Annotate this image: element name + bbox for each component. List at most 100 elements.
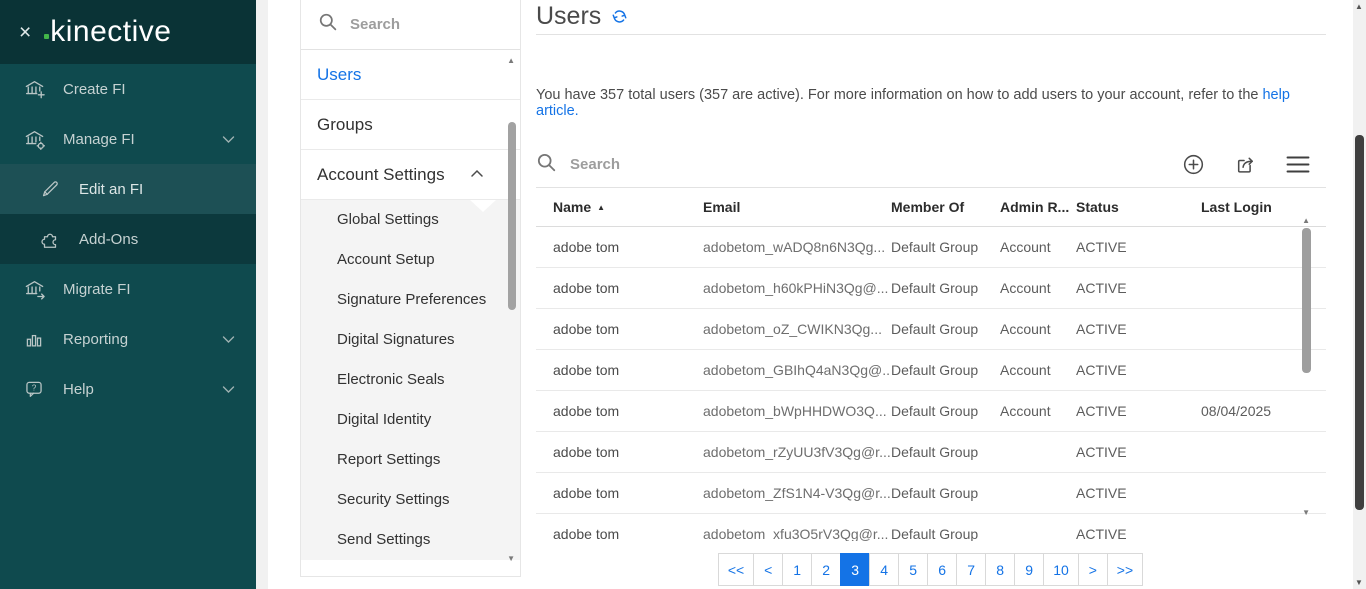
- cell-name: adobe tom: [553, 485, 620, 501]
- cell-status: ACTIVE: [1076, 444, 1127, 460]
- table-row[interactable]: adobe tom adobetom_GBIhQ4aN3Qg@... Default…: [536, 350, 1326, 391]
- nav-item-label: Account Settings: [317, 164, 445, 184]
- table-row[interactable]: adobe tom adobetom_xfu3O5rV3Qg@r... Defaul…: [536, 514, 1326, 541]
- cell-member-of: Default Group: [891, 526, 979, 541]
- column-header-member-of[interactable]: Member Of: [891, 199, 1000, 215]
- main-content: Users You have 357 total users (357 are …: [536, 0, 1326, 586]
- page-scrollbar-thumb[interactable]: [1355, 135, 1364, 510]
- export-icon[interactable]: [1234, 153, 1257, 176]
- table-row[interactable]: adobe tom adobetom_oZ_CWIKN3Qg... Default …: [536, 309, 1326, 350]
- column-header-status[interactable]: Status: [1076, 199, 1201, 215]
- nav-subitem-send-settings[interactable]: Send Settings: [301, 520, 520, 560]
- nav-subitem-digital-identity[interactable]: Digital Identity: [301, 400, 520, 440]
- svg-text:?: ?: [32, 383, 37, 392]
- cell-email: adobetom_ZfS1N4-V3Qg@r...: [703, 485, 891, 501]
- prev-page-button[interactable]: <: [753, 553, 784, 586]
- page-button-9[interactable]: 9: [1014, 553, 1045, 586]
- page-button-7[interactable]: 7: [956, 553, 987, 586]
- sidebar-item-reporting[interactable]: Reporting: [0, 314, 256, 364]
- panel-scroll-down-arrow[interactable]: ▼: [507, 554, 515, 563]
- nav-subitem-electronic-seals[interactable]: Electronic Seals: [301, 360, 520, 400]
- panel-search-input[interactable]: [350, 16, 480, 33]
- table-row[interactable]: adobe tom adobetom_rZyUU3fV3Qg@r... Defaul…: [536, 432, 1326, 473]
- page-button-3[interactable]: 3: [840, 553, 871, 586]
- cell-email: adobetom_oZ_CWIKN3Qg...: [703, 321, 882, 337]
- cell-status: ACTIVE: [1076, 403, 1127, 419]
- page-button-1[interactable]: 1: [782, 553, 813, 586]
- table-row[interactable]: adobe tom adobetom_h60kPHiN3Qg@... Default…: [536, 268, 1326, 309]
- page-scroll-up-arrow[interactable]: ▲: [1355, 2, 1363, 11]
- kinective-logo: kinective: [44, 15, 171, 49]
- nav-subitem-digital-signatures[interactable]: Digital Signatures: [301, 320, 520, 360]
- panel-scroll-up-arrow[interactable]: ▲: [507, 56, 515, 65]
- sidebar-header: × kinective: [0, 0, 256, 64]
- page-button-6[interactable]: 6: [927, 553, 958, 586]
- cell-member-of: Default Group: [891, 280, 979, 296]
- cell-status: ACTIVE: [1076, 280, 1127, 296]
- sidebar-item-create-fi[interactable]: Create FI: [0, 64, 256, 114]
- sidebar-item-add-ons[interactable]: Add-Ons: [0, 214, 256, 264]
- cell-member-of: Default Group: [891, 485, 979, 501]
- next-page-button[interactable]: >: [1077, 553, 1108, 586]
- menu-icon[interactable]: [1286, 156, 1310, 173]
- nav-item-groups[interactable]: Groups: [301, 100, 520, 150]
- nav-subitem-security-settings[interactable]: Security Settings: [301, 480, 520, 520]
- sidebar-item-label: Manage FI: [63, 130, 135, 148]
- page-button-4[interactable]: 4: [869, 553, 900, 586]
- bar-chart-icon: [22, 327, 46, 351]
- column-header-email[interactable]: Email: [703, 199, 891, 215]
- page-scroll-down-arrow[interactable]: ▼: [1355, 578, 1363, 587]
- page-button-10[interactable]: 10: [1043, 553, 1079, 586]
- table-row[interactable]: adobe tom adobetom_wADQ8n6N3Qg... Default …: [536, 227, 1326, 268]
- nav-panel-list: Users Groups Account Settings: [301, 50, 520, 200]
- sidebar-item-manage-fi[interactable]: Manage FI: [0, 114, 256, 164]
- nav-subitem-account-setup[interactable]: Account Setup: [301, 240, 520, 280]
- middle-scrollbar-track[interactable]: [256, 0, 268, 589]
- table-scroll-down-arrow[interactable]: ▼: [1302, 508, 1310, 517]
- refresh-icon[interactable]: [611, 8, 628, 25]
- header-divider: [536, 34, 1326, 35]
- page-button-2[interactable]: 2: [811, 553, 842, 586]
- nav-item-account-settings[interactable]: Account Settings: [301, 150, 520, 200]
- page-button-8[interactable]: 8: [985, 553, 1016, 586]
- bank-plus-icon: [22, 77, 46, 101]
- table-scrollbar-thumb[interactable]: [1302, 228, 1311, 373]
- sidebar-item-migrate-fi[interactable]: Migrate FI: [0, 264, 256, 314]
- nav-item-users[interactable]: Users: [301, 50, 520, 100]
- sidebar-item-help[interactable]: ? Help: [0, 364, 256, 414]
- sidebar-item-edit-an-fi[interactable]: Edit an FI: [0, 164, 256, 214]
- sidebar-item-label: Migrate FI: [63, 280, 131, 298]
- submenu-notch: [470, 200, 496, 212]
- nav-subitem-report-settings[interactable]: Report Settings: [301, 440, 520, 480]
- search-icon: [318, 12, 338, 37]
- cell-email: adobetom_bWpHHDWO3Q...: [703, 403, 887, 419]
- nav-subitem-signature-preferences[interactable]: Signature Preferences: [301, 280, 520, 320]
- first-page-button[interactable]: <<: [717, 553, 755, 586]
- cell-name: adobe tom: [553, 362, 620, 378]
- table-body: adobe tom adobetom_wADQ8n6N3Qg... Default …: [536, 227, 1326, 541]
- panel-scrollbar-thumb[interactable]: [508, 122, 516, 310]
- cell-email: adobetom_h60kPHiN3Qg@...: [703, 280, 889, 296]
- table-row[interactable]: adobe tom adobetom_bWpHHDWO3Q... Default G…: [536, 391, 1326, 432]
- close-icon[interactable]: ×: [19, 22, 31, 43]
- help-bubble-icon: ?: [22, 377, 46, 401]
- cell-name: adobe tom: [553, 444, 620, 460]
- cell-member-of: Default Group: [891, 321, 979, 337]
- cell-admin-roles: Account: [1000, 403, 1051, 419]
- table-scroll-up-arrow[interactable]: ▲: [1302, 216, 1310, 225]
- page-scrollbar-track[interactable]: ▲ ▼: [1353, 0, 1366, 589]
- page-button-5[interactable]: 5: [898, 553, 929, 586]
- table-search-input[interactable]: [570, 156, 1182, 173]
- nav-panel-submenu: Global Settings Account Setup Signature Pr…: [301, 200, 520, 560]
- cell-name: adobe tom: [553, 280, 620, 296]
- cell-status: ACTIVE: [1076, 321, 1127, 337]
- cell-member-of: Default Group: [891, 239, 979, 255]
- last-page-button[interactable]: >>: [1106, 553, 1144, 586]
- column-header-admin-r[interactable]: Admin R...: [1000, 199, 1076, 215]
- table-row[interactable]: adobe tom adobetom_ZfS1N4-V3Qg@r... Defaul…: [536, 473, 1326, 514]
- column-header-name[interactable]: Name ▲: [553, 199, 703, 215]
- add-user-button[interactable]: [1182, 153, 1205, 176]
- sidebar-item-label: Create FI: [63, 80, 126, 98]
- column-header-last-login[interactable]: Last Login: [1201, 199, 1326, 215]
- cell-email: adobetom_xfu3O5rV3Qg@r...: [703, 526, 889, 541]
